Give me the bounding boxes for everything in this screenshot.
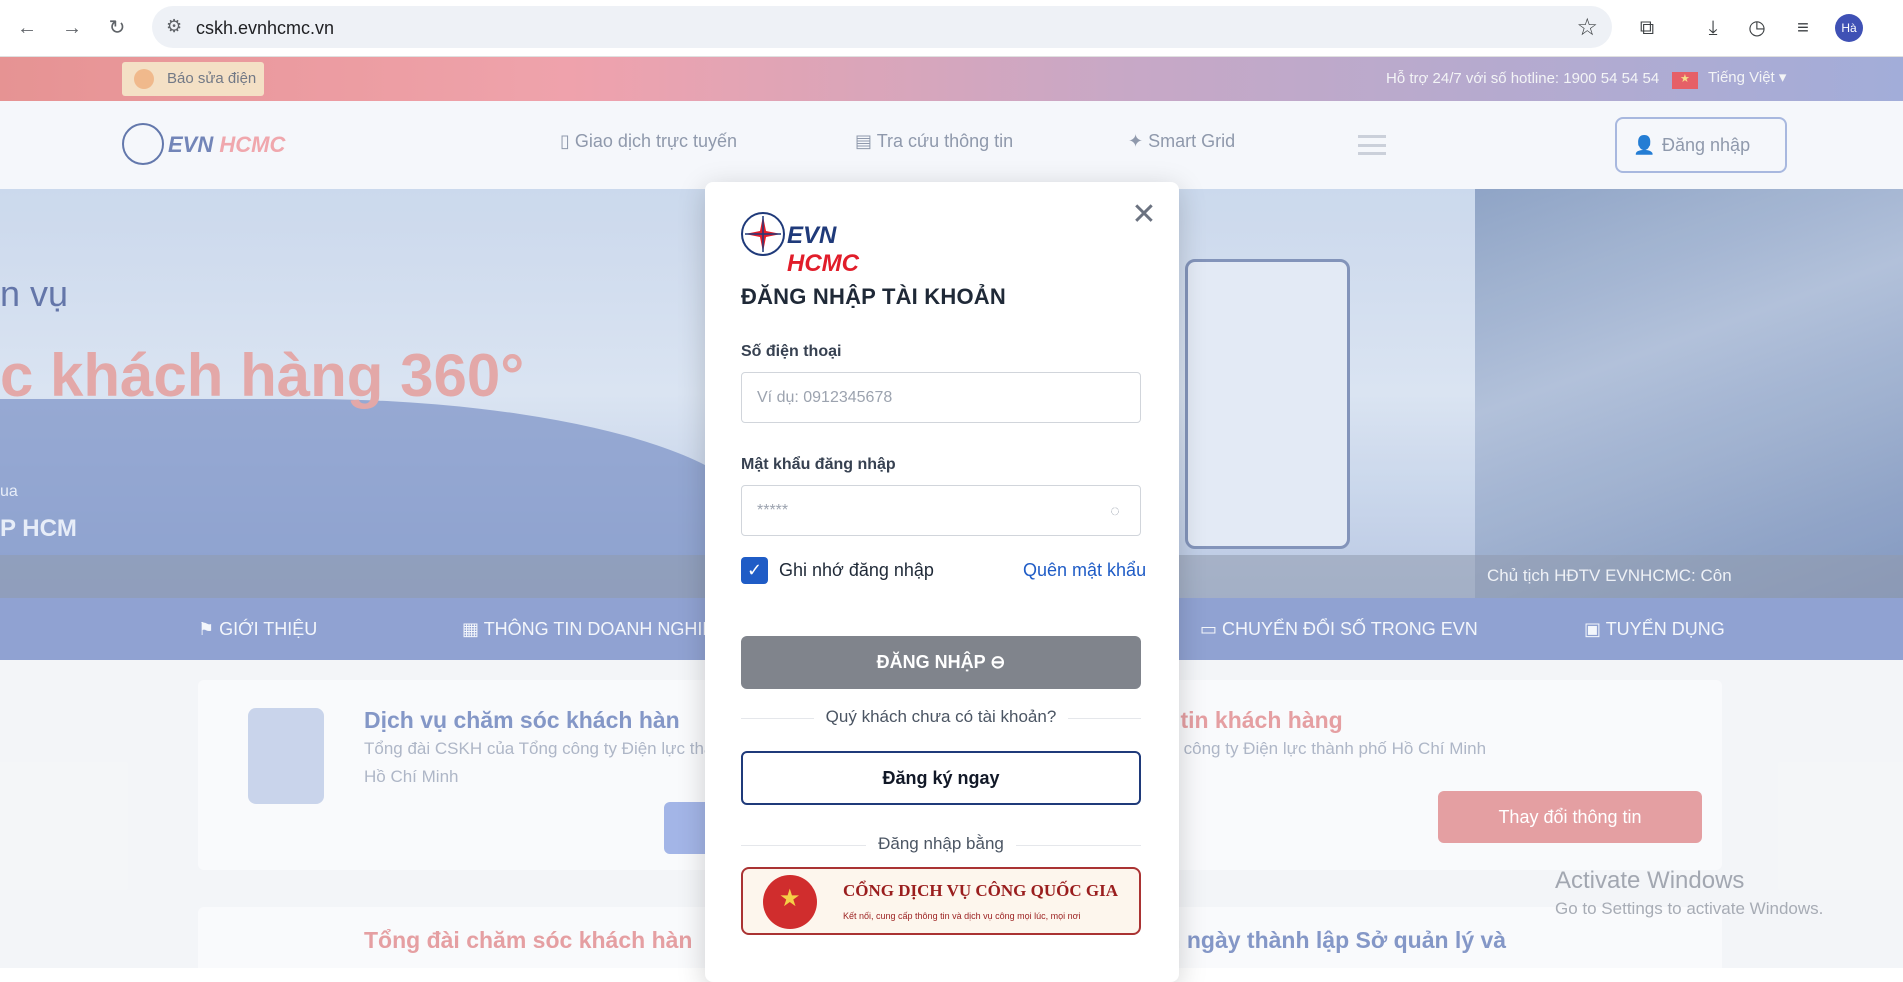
password-input[interactable] <box>741 485 1141 536</box>
reload-icon[interactable]: ↻ <box>102 13 132 43</box>
close-icon[interactable]: ✕ <box>1129 200 1159 230</box>
phone-input[interactable] <box>741 372 1141 423</box>
login-modal: EVN HCMC ✕ ĐĂNG NHẬP TÀI KHOẢN Số điện t… <box>705 182 1179 982</box>
national-emblem-icon <box>763 875 817 929</box>
register-button[interactable]: Đăng ký ngay <box>741 751 1141 805</box>
remember-checkbox[interactable]: ✓ <box>741 557 768 584</box>
browser-toolbar: ← → ↻ ⚙ cskh.evnhcmc.vn ☆ ⧉ ⤓ ◷ ≡ Hà <box>0 0 1903 57</box>
gov-subtitle: Kết nối, cung cấp thông tin và dịch vụ c… <box>843 911 1081 921</box>
modal-logo-evn: EVN <box>787 222 837 249</box>
site-info-icon[interactable]: ⚙ <box>166 16 182 37</box>
phone-label: Số điện thoại <box>741 343 842 360</box>
profile-avatar[interactable]: Hà <box>1835 14 1863 42</box>
national-public-service-portal-button[interactable]: CỔNG DỊCH VỤ CÔNG QUỐC GIA Kết nối, cung… <box>741 867 1141 935</box>
remember-label[interactable]: Ghi nhớ đăng nhập <box>779 560 934 581</box>
performance-icon[interactable]: ◷ <box>1742 13 1772 43</box>
no-account-text: Quý khách chưa có tài khoản? <box>813 707 1069 727</box>
eye-slash-icon[interactable]: ◌ <box>1103 500 1127 524</box>
forward-icon[interactable]: → <box>57 13 87 43</box>
evn-emblem-icon <box>741 212 785 256</box>
url-text[interactable]: cskh.evnhcmc.vn <box>196 18 334 39</box>
forgot-password-link[interactable]: Quên mật khẩu <box>1023 560 1146 581</box>
login-submit-button[interactable]: ĐĂNG NHẬP ⊖ <box>741 636 1141 689</box>
media-control-icon[interactable]: ≡ <box>1788 13 1818 43</box>
modal-evn-logo: EVN HCMC <box>741 212 911 277</box>
gov-title: CỔNG DỊCH VỤ CÔNG QUỐC GIA <box>843 881 1119 900</box>
back-icon[interactable]: ← <box>12 13 42 43</box>
bookmark-star-icon[interactable]: ☆ <box>1576 13 1598 42</box>
address-bar[interactable]: ⚙ cskh.evnhcmc.vn ☆ <box>152 6 1612 48</box>
modal-title: ĐĂNG NHẬP TÀI KHOẢN <box>741 284 1006 309</box>
download-icon[interactable]: ⤓ <box>1698 13 1728 43</box>
login-with-text: Đăng nhập bằng <box>866 834 1016 854</box>
modal-logo-hcmc: HCMC <box>787 250 859 277</box>
extensions-icon[interactable]: ⧉ <box>1632 13 1662 43</box>
password-label: Mật khẩu đăng nhập <box>741 456 896 473</box>
login-with-divider: Đăng nhập bằng <box>741 834 1141 856</box>
no-account-divider: Quý khách chưa có tài khoản? <box>741 707 1141 729</box>
